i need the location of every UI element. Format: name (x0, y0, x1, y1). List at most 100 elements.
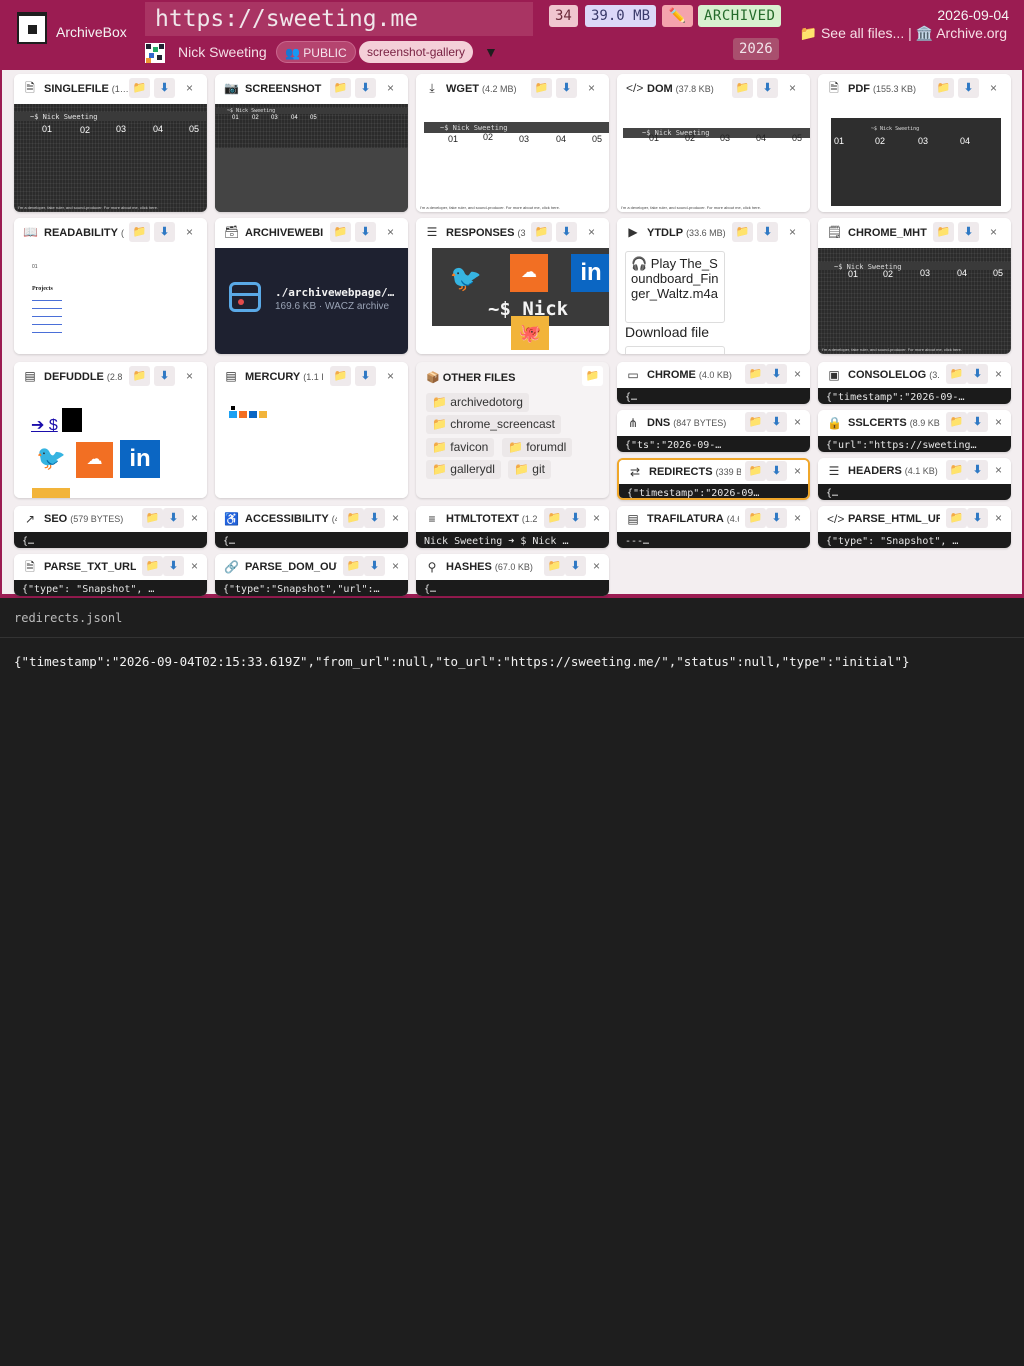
download-file-link[interactable]: Download file (625, 324, 709, 340)
edit-button[interactable]: ✏️ (662, 5, 693, 27)
mercury-preview[interactable] (215, 392, 408, 498)
file-chip[interactable]: 📁 forumdl (502, 438, 573, 457)
visibility-badge[interactable]: 👥 PUBLIC (276, 41, 356, 63)
download-icon[interactable]: ⬇ (154, 78, 175, 98)
close-icon[interactable]: × (782, 78, 803, 98)
card-dns[interactable]: ⋔ DNS (847 BYTES) 📁 ⬇ × {"ts":"2026-09-… (617, 410, 810, 452)
see-all-files-link[interactable]: 📁 See all files... (800, 25, 905, 41)
github-icon[interactable] (32, 488, 70, 498)
card-hashes[interactable]: ⚲ HASHES (67.0 KB) 📁 ⬇ × {… (416, 554, 609, 596)
card-sslcerts[interactable]: 🔒 SSLCERTS (8.9 KB) 📁 ⬇ × {"url":"https:/… (818, 410, 1011, 452)
wget-preview[interactable]: ~$ Nick Sweeting 01 02 03 04 05 I'm a de… (416, 104, 609, 212)
close-icon[interactable]: × (983, 78, 1004, 98)
twitter-icon[interactable]: 🐦 (32, 440, 70, 478)
card-parse-txt-urls[interactable]: 🗎 PARSE_TXT_URLS 📁 ⬇ × {"type": "Snapsho… (14, 554, 207, 596)
close-icon[interactable]: × (385, 508, 406, 528)
card-singlefile[interactable]: 🗎 SINGLEFILE (1⁠… 📁 ⬇ × ~$ Nick Sweeting … (14, 74, 207, 212)
folder-icon[interactable]: 📁 (946, 508, 967, 528)
singlefile-preview[interactable]: ~$ Nick Sweeting 01 02 03 04 05 I'm a de… (14, 104, 207, 212)
card-chrome-mht[interactable]: 🗒 CHROME_MHT 📁 ⬇ × ~$ Nick Sweeting 01 0… (818, 218, 1011, 354)
dom-preview[interactable]: ~$ Nick Sweeting 01 02 03 04 05 I'm a de… (617, 104, 810, 212)
folder-icon[interactable]: 📁 (531, 78, 552, 98)
download-icon[interactable]: ⬇ (154, 366, 175, 386)
close-icon[interactable]: × (787, 508, 808, 528)
folder-icon[interactable]: 📁 (129, 366, 150, 386)
card-consolelog[interactable]: ▣ CONSOLELOG (3. 📁 ⬇ × {"timestamp":"2026… (818, 362, 1011, 404)
folder-icon[interactable]: 📁 (343, 508, 364, 528)
download-icon[interactable]: ⬇ (766, 508, 787, 528)
folder-icon[interactable]: 📁 (933, 78, 954, 98)
close-icon[interactable]: × (988, 460, 1009, 480)
close-icon[interactable]: × (787, 364, 808, 384)
close-icon[interactable]: × (787, 461, 808, 481)
download-icon[interactable]: ⬇ (958, 78, 979, 98)
code-preview[interactable]: {… (818, 484, 1011, 500)
screenshot-preview[interactable]: ~$ Nick Sweeting 01 02 03 04 05 (215, 104, 408, 212)
card-htmltotext[interactable]: ≡ HTMLTOTEXT (1.2 📁 ⬇ × Nick Sweeting ➜ $… (416, 506, 609, 548)
card-parse-html-urls[interactable]: </> PARSE_HTML_UR 📁 ⬇ × {"type": "Snapsh… (818, 506, 1011, 548)
code-preview[interactable]: {"timestamp":"2026-09-… (818, 388, 1011, 404)
folder-icon[interactable]: 📁 (732, 78, 753, 98)
brand-name[interactable]: ArchiveBox (56, 24, 127, 40)
folder-icon[interactable]: 📁 (745, 508, 766, 528)
card-mercury[interactable]: ▤ MERCURY (1.1 I 📁 ⬇ × (215, 362, 408, 498)
folder-icon[interactable]: 📁 (330, 222, 351, 242)
download-icon[interactable]: ⬇ (355, 222, 376, 242)
folder-icon[interactable]: 📁 (745, 461, 766, 481)
download-icon[interactable]: ⬇ (364, 556, 385, 576)
preview-content[interactable]: {"timestamp":"2026-09-04T02:15:33.619Z",… (14, 654, 910, 669)
download-icon[interactable]: ⬇ (364, 508, 385, 528)
close-icon[interactable]: × (184, 556, 205, 576)
folder-icon[interactable]: 📁 (330, 366, 351, 386)
download-icon[interactable]: ⬇ (565, 508, 586, 528)
download-icon[interactable]: ⬇ (163, 508, 184, 528)
file-chip[interactable]: 📁 archivedotorg (426, 393, 529, 412)
close-icon[interactable]: × (179, 366, 200, 386)
download-icon[interactable]: ⬇ (967, 412, 988, 432)
folder-icon[interactable]: 📁 (330, 78, 351, 98)
preview-prompt-link[interactable]: ➔ $ (31, 415, 58, 435)
readability-preview[interactable]: 01 Projects (14, 248, 207, 354)
card-accessibility[interactable]: ♿ ACCESSIBILITY(4 📁 ⬇ × {… (215, 506, 408, 548)
file-chip[interactable]: 📁 git (508, 460, 551, 479)
folder-icon[interactable]: 📁 (946, 364, 967, 384)
archive-org-link[interactable]: 🏛️ Archive.org (916, 25, 1007, 41)
close-icon[interactable]: × (380, 222, 401, 242)
download-icon[interactable]: ⬇ (757, 222, 778, 242)
close-icon[interactable]: × (179, 78, 200, 98)
code-preview[interactable]: {"url":"https://sweeting… (818, 436, 1011, 452)
download-icon[interactable]: ⬇ (163, 556, 184, 576)
code-preview[interactable]: ---… (617, 532, 810, 548)
download-icon[interactable]: ⬇ (766, 461, 787, 481)
close-icon[interactable]: × (988, 508, 1009, 528)
download-icon[interactable]: ⬇ (355, 78, 376, 98)
card-headers[interactable]: ☰ HEADERS (4.1 KB) 📁 ⬇ × {… (818, 458, 1011, 500)
responses-preview[interactable]: 🐦 ☁ in ~$ Nick 🐙 (416, 248, 609, 354)
close-icon[interactable]: × (586, 556, 607, 576)
code-preview[interactable]: Nick Sweeting ➜ $ Nick … (416, 532, 609, 548)
card-pdf[interactable]: 🗎 PDF (155.3 KB) 📁 ⬇ × ~$ Nick Sweeting 0… (818, 74, 1011, 212)
folder-icon[interactable]: 📁 (129, 222, 150, 242)
download-icon[interactable]: ⬇ (565, 556, 586, 576)
close-icon[interactable]: × (983, 222, 1004, 242)
code-preview[interactable]: {"ts":"2026-09-… (617, 436, 810, 452)
card-chrome[interactable]: ▭ CHROME (4.0 KB) 📁 ⬇ × {… (617, 362, 810, 404)
close-icon[interactable]: × (179, 222, 200, 242)
folder-icon[interactable]: 📁 (745, 364, 766, 384)
archivewebpage-preview[interactable]: ./archivewebpage/… 169.6 KB · WACZ archi… (215, 248, 408, 354)
folder-icon[interactable]: 📁 (142, 508, 163, 528)
download-icon[interactable]: ⬇ (355, 366, 376, 386)
download-icon[interactable]: ⬇ (556, 78, 577, 98)
folder-icon[interactable]: 📁 (129, 78, 150, 98)
close-icon[interactable]: × (586, 508, 607, 528)
play-audio-button[interactable]: 🎧 Play The_Soundboard_Finger_Waltz.m4a (625, 251, 725, 323)
download-icon[interactable]: ⬇ (958, 222, 979, 242)
card-ytdlp[interactable]: ▶ YTDLP (33.6 MB) 📁 ⬇ × 🎧 Play The_Soundb… (617, 218, 810, 354)
card-screenshot[interactable]: 📷 SCREENSHOT 📁 ⬇ × ~$ Nick Sweeting 01 0… (215, 74, 408, 212)
folder-icon[interactable]: 📁 (544, 508, 565, 528)
card-wget[interactable]: ⤓ WGET (4.2 MB) 📁 ⬇ × ~$ Nick Sweeting 01… (416, 74, 609, 212)
tag-dropdown-icon[interactable]: ▼ (484, 44, 498, 60)
download-icon[interactable]: ⬇ (967, 508, 988, 528)
download-icon[interactable]: ⬇ (766, 364, 787, 384)
card-parse-dom-outlinks[interactable]: 🔗 PARSE_DOM_OUT 📁 ⬇ × {"type":"Snapshot"… (215, 554, 408, 596)
